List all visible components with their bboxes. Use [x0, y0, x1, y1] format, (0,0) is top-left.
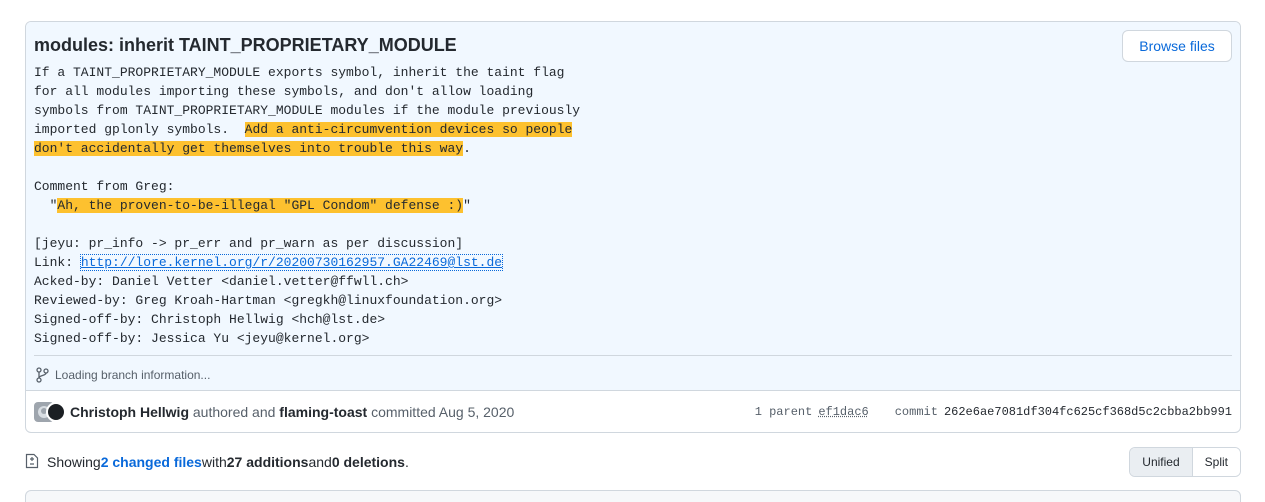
file-diff-icon [25, 453, 39, 472]
file-diff-header [25, 490, 1241, 502]
commit-authorship: Christoph Hellwig authored and flaming-t… [70, 404, 514, 420]
commit-sha: 262e6ae7081df304fc625cf368d5c2cbba2bb991 [943, 405, 1232, 419]
commit-title: modules: inherit TAINT_PROPRIETARY_MODUL… [34, 35, 457, 55]
branch-info: Loading branch information... [35, 367, 210, 383]
committer-link[interactable]: flaming-toast [279, 404, 367, 420]
split-view-button[interactable]: Split [1192, 448, 1240, 476]
desc-line: If a TAINT_PROPRIETARY_MODULE exports sy… [34, 65, 565, 80]
parent-sha-link[interactable]: ef1dac6 [818, 405, 868, 419]
desc-line: Signed-off-by: Jessica Yu <jeyu@kernel.o… [34, 331, 370, 346]
avatar[interactable] [46, 402, 66, 422]
avatar-group[interactable] [34, 402, 66, 422]
branch-info-text: Loading branch information... [55, 368, 211, 382]
and-text: and [308, 454, 332, 470]
with-text: with [201, 454, 227, 470]
desc-line: . [463, 141, 471, 156]
desc-line: for all modules importing these symbols,… [34, 84, 534, 99]
desc-line: Signed-off-by: Christoph Hellwig <hch@ls… [34, 312, 386, 327]
additions-count: 27 additions [226, 454, 309, 470]
showing-text: Showing [47, 454, 101, 470]
desc-line: Acked-by: Daniel Vetter <daniel.vetter@f… [34, 274, 409, 289]
git-branch-icon [35, 367, 49, 383]
browse-files-button[interactable]: Browse files [1122, 30, 1232, 62]
diff-view-toggle: Unified Split [1129, 447, 1241, 477]
commit-date: Aug 5, 2020 [438, 404, 515, 420]
desc-line: " [34, 198, 58, 213]
authored-text: authored and [189, 404, 280, 420]
diff-toolbar: Showing 2 changed files with 27 addition… [25, 446, 1241, 478]
changed-files-link[interactable]: 2 changed files [101, 454, 202, 470]
highlighted-text: Add a anti-circumvention devices so peop… [244, 122, 573, 137]
commit-box: modules: inherit TAINT_PROPRIETARY_MODUL… [25, 21, 1241, 433]
commit-description: If a TAINT_PROPRIETARY_MODULE exports sy… [34, 63, 1214, 348]
highlighted-text: don't accidentally get themselves into t… [34, 141, 464, 156]
link-label: Link: [34, 255, 81, 270]
parent-label: 1 parent [754, 405, 813, 419]
unified-view-button[interactable]: Unified [1130, 448, 1193, 476]
commit-label: commit [894, 405, 938, 419]
commit-meta: Christoph Hellwig authored and flaming-t… [26, 391, 1240, 432]
deletions-count: 0 deletions [331, 454, 405, 470]
divider [34, 355, 1232, 356]
desc-line: Comment from Greg: [34, 179, 175, 194]
committed-text: committed [367, 404, 439, 420]
discussion-link[interactable]: http://lore.kernel.org/r/20200730162957.… [79, 254, 504, 271]
commit-header: modules: inherit TAINT_PROPRIETARY_MODUL… [26, 22, 1240, 391]
desc-line: imported gplonly symbols. [34, 122, 245, 137]
desc-line: " [463, 198, 471, 213]
author-link[interactable]: Christoph Hellwig [70, 404, 189, 420]
desc-line: Reviewed-by: Greg Kroah-Hartman <gregkh@… [34, 293, 503, 308]
highlighted-text: Ah, the proven-to-be-illegal "GPL Condom… [57, 198, 464, 213]
desc-line: [jeyu: pr_info -> pr_err and pr_warn as … [34, 236, 464, 251]
desc-line: symbols from TAINT_PROPRIETARY_MODULE mo… [34, 103, 581, 118]
commit-shas: 1 parent ef1dac6 commit 262e6ae7081df304… [755, 405, 1232, 419]
period-text: . [404, 454, 409, 470]
